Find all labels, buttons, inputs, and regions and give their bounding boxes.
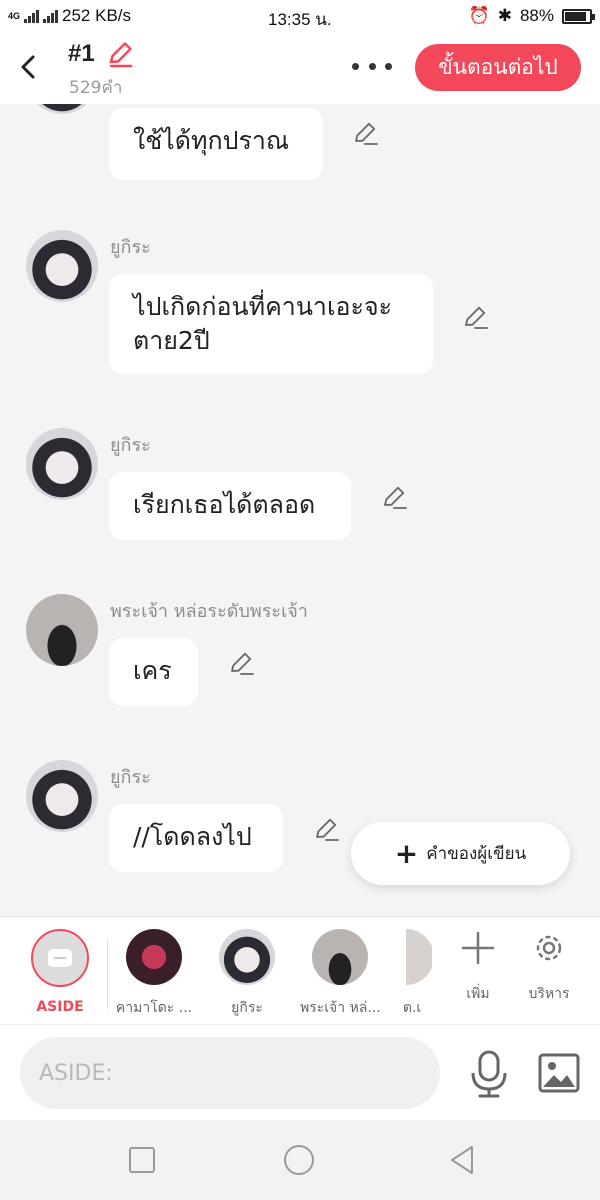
avatar xyxy=(406,929,432,985)
avatar[interactable] xyxy=(26,428,98,500)
header: #1 529คำ ขั้นตอนต่อไป xyxy=(0,32,600,104)
sender-name: ยูกิระ xyxy=(110,237,151,258)
back-icon[interactable] xyxy=(14,52,44,82)
image-icon[interactable] xyxy=(538,1053,580,1093)
character-item[interactable]: คามาโดะ ... xyxy=(114,929,194,1019)
plus-icon: + xyxy=(394,836,419,870)
word-count: 529คำ xyxy=(69,78,123,98)
character-bar: ASIDE คามาโดะ ... ยูกิระ พระเจ้า หล่... … xyxy=(0,916,600,1024)
next-step-button[interactable]: ขั้นตอนต่อไป xyxy=(415,44,581,91)
add-character-button[interactable]: เพิ่ม xyxy=(443,931,513,1005)
edit-message-icon[interactable] xyxy=(228,650,256,678)
edit-message-icon[interactable] xyxy=(352,120,380,148)
character-item[interactable]: ต.เ xyxy=(392,929,432,1019)
character-label: พระเจ้า หล่... xyxy=(300,1000,380,1016)
sender-name: ยูกิระ xyxy=(110,767,151,788)
bluetooth-icon: ✱ xyxy=(497,6,512,25)
avatar[interactable] xyxy=(26,104,98,114)
message-bubble[interactable]: เคร xyxy=(109,638,198,706)
gear-icon xyxy=(536,935,562,961)
navigation-bar xyxy=(0,1120,600,1200)
edit-message-icon[interactable] xyxy=(313,816,341,844)
author-note-button[interactable]: + คำของผู้เขียน xyxy=(351,822,570,885)
clock: 13:35 น. xyxy=(268,10,332,29)
divider xyxy=(107,939,108,1009)
microphone-icon[interactable] xyxy=(468,1049,510,1099)
message-bubble[interactable]: ไปเกิดก่อนที่คานาเอะจะตาย2ปี xyxy=(109,274,433,374)
avatar xyxy=(126,929,182,985)
avatar xyxy=(219,929,275,985)
network-speed: 252 KB/s xyxy=(62,6,132,25)
status-bar: 4G 252 KB/s 13:35 น. ⏰ ✱ 88% xyxy=(0,0,600,32)
avatar xyxy=(312,929,368,985)
avatar[interactable] xyxy=(26,594,98,666)
recent-apps-icon[interactable] xyxy=(126,1144,158,1176)
chat-area: ใช้ได้ทุกปราณ ยูกิระ ไปเกิดก่อนที่คานาเอ… xyxy=(0,104,600,914)
plus-icon xyxy=(461,931,495,965)
network-type: 4G xyxy=(8,11,21,21)
signal-2-icon xyxy=(43,9,59,23)
manage-characters-button[interactable]: บริหาร xyxy=(514,931,584,1005)
avatar[interactable] xyxy=(26,230,98,302)
input-bar xyxy=(0,1024,600,1120)
edit-title-icon[interactable] xyxy=(106,40,134,68)
character-aside[interactable]: ASIDE xyxy=(20,929,100,1015)
episode-title: #1 xyxy=(68,40,95,67)
more-menu-icon[interactable] xyxy=(352,54,392,78)
message-bubble[interactable]: ใช้ได้ทุกปราณ xyxy=(109,108,323,180)
message-input[interactable] xyxy=(20,1037,440,1109)
message-bubble[interactable]: เรียกเธอได้ตลอด xyxy=(109,472,351,540)
alarm-icon: ⏰ xyxy=(468,6,490,25)
battery-fill xyxy=(565,11,587,21)
sender-name: ยูกิระ xyxy=(110,435,151,456)
author-note-label: คำของผู้เขียน xyxy=(426,844,527,864)
battery-percent: 88% xyxy=(519,6,554,25)
message-bubble[interactable]: //โดดลงไป xyxy=(109,804,283,872)
home-icon[interactable] xyxy=(283,1144,315,1176)
character-label: ยูกิระ xyxy=(231,1000,263,1016)
manage-label: บริหาร xyxy=(528,986,570,1002)
signal-icon xyxy=(24,9,40,23)
aside-icon xyxy=(31,929,89,987)
character-label: คามาโดะ ... xyxy=(115,1000,193,1016)
add-label: เพิ่ม xyxy=(466,986,490,1002)
character-item[interactable]: พระเจ้า หล่... xyxy=(300,929,380,1019)
back-nav-icon[interactable] xyxy=(446,1144,478,1176)
sender-name: พระเจ้า หล่อระดับพระเจ้า xyxy=(110,601,308,622)
aside-label: ASIDE xyxy=(36,999,84,1015)
edit-message-icon[interactable] xyxy=(462,304,490,332)
character-label: ต.เ xyxy=(402,1000,422,1016)
avatar[interactable] xyxy=(26,760,98,832)
battery-icon xyxy=(562,8,595,24)
edit-message-icon[interactable] xyxy=(381,484,409,512)
character-item[interactable]: ยูกิระ xyxy=(207,929,287,1019)
